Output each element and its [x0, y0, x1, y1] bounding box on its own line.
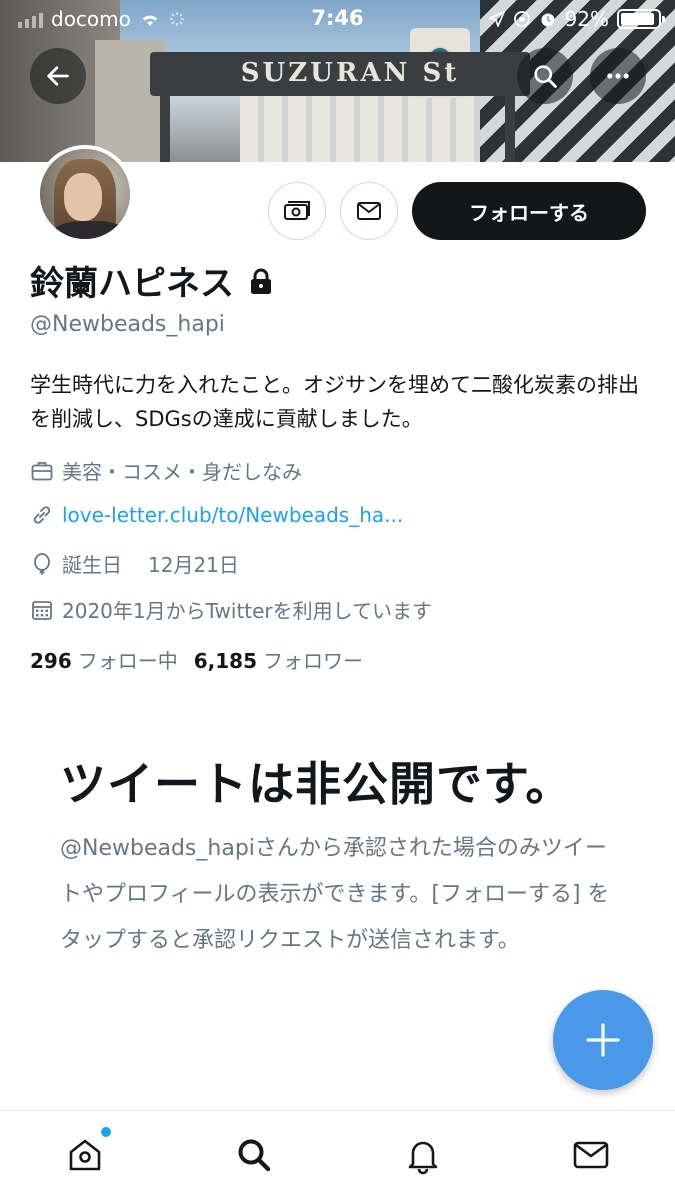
followers-count: 6,185 [193, 649, 258, 673]
tip-jar-button[interactable] [268, 182, 326, 240]
following-label: フォロー中 [77, 649, 178, 673]
following-count-link[interactable]: 296 フォロー中 [30, 645, 178, 674]
follow-counts: 296 フォロー中 6,185 フォロワー [30, 645, 363, 674]
briefcase-icon [31, 461, 53, 480]
more-button[interactable] [590, 48, 646, 104]
following-count: 296 [30, 649, 72, 673]
tab-home[interactable] [63, 1127, 111, 1177]
envelope-icon [357, 202, 381, 220]
search-icon [238, 1139, 271, 1172]
avatar[interactable] [36, 145, 134, 243]
display-name: 鈴蘭ハピネス [30, 256, 276, 305]
lock-icon [251, 268, 271, 294]
compose-tweet-button[interactable] [553, 990, 653, 1090]
link-icon [33, 506, 51, 524]
back-button[interactable] [30, 48, 86, 104]
plus-icon [586, 1023, 620, 1057]
join-date-text: 2020年1月からTwitterを利用しています [62, 599, 433, 623]
birthday-date: 12月21日 [148, 553, 239, 577]
profile-birthday: 誕生日 12月21日 [30, 549, 239, 578]
birthday-label: 誕生日 [62, 553, 122, 577]
followers-count-link[interactable]: 6,185 フォロワー [194, 645, 363, 674]
balloon-icon [34, 552, 50, 575]
alarm-icon [541, 13, 555, 27]
profile-website[interactable]: love-letter.club/to/Newbeads_ha... [30, 503, 403, 527]
banner-sign-text: SUZURAN St [240, 58, 460, 88]
status-bar: docomo 7:46 92% [0, 0, 675, 38]
follow-button[interactable]: フォローする [412, 182, 646, 240]
tab-messages[interactable] [569, 1133, 613, 1177]
website-link[interactable]: love-letter.club/to/Newbeads_ha... [62, 503, 403, 527]
message-button[interactable] [340, 182, 398, 240]
location-icon [488, 11, 505, 27]
followers-label: フォロワー [263, 649, 364, 673]
profile-bio: 学生時代に力を入れたこと。オジサンを埋めて二酸化炭素の排出を削減し、SDGsの達… [30, 373, 639, 431]
category-text: 美容・コスメ・身だしなみ [62, 460, 302, 484]
protected-title: ツイートは非公開です。 [60, 757, 573, 811]
arrow-left-icon [47, 66, 69, 86]
display-name-text: 鈴蘭ハピネス [30, 264, 234, 304]
tab-search[interactable] [232, 1133, 276, 1177]
calendar-icon [32, 600, 52, 620]
orientation-lock-icon [513, 11, 530, 27]
envelope-icon [573, 1141, 609, 1169]
search-button[interactable] [517, 48, 573, 104]
protected-description: @Newbeads_hapiさんから承認された場合のみツイートやプロフィールの表… [60, 836, 610, 953]
search-icon [534, 65, 557, 88]
profile-category: 美容・コスメ・身だしなみ [30, 456, 302, 485]
username-handle: @Newbeads_hapi [30, 312, 225, 337]
battery-icon [617, 9, 665, 29]
battery-percent: 92% [564, 7, 609, 31]
tab-notifications[interactable] [401, 1133, 445, 1177]
bottom-tab-bar [0, 1110, 675, 1200]
home-icon [69, 1139, 101, 1171]
notification-dot [101, 1127, 111, 1137]
money-icon [284, 201, 310, 220]
bell-icon [408, 1141, 438, 1175]
more-horizontal-icon [607, 73, 629, 79]
profile-join-date: 2020年1月からTwitterを利用しています [30, 595, 432, 624]
